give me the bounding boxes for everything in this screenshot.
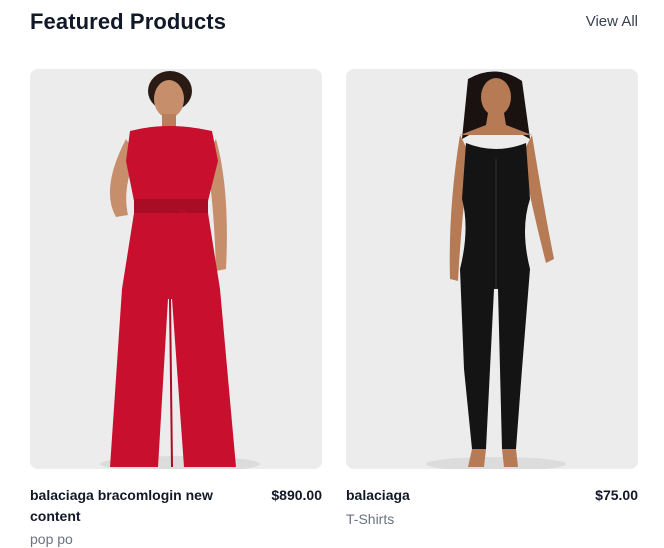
product-card[interactable]: balaciaga bracomlogin new content $890.0… — [30, 69, 322, 548]
model-red-jumpsuit-image — [30, 69, 322, 469]
product-grid: balaciaga bracomlogin new content $890.0… — [30, 69, 638, 548]
product-name[interactable]: balaciaga — [346, 485, 546, 506]
product-image[interactable] — [30, 69, 322, 469]
section-header: Featured Products View All — [30, 8, 638, 36]
section-title: Featured Products — [30, 9, 227, 34]
product-name[interactable]: balaciaga bracomlogin new content — [30, 485, 230, 527]
view-all-link[interactable]: View All — [586, 12, 638, 32]
product-image[interactable] — [346, 69, 638, 469]
product-card[interactable]: balaciaga $75.00 T-Shirts — [346, 69, 638, 548]
product-price: $890.00 — [271, 487, 322, 503]
product-price: $75.00 — [595, 487, 638, 503]
model-black-jumpsuit-image — [346, 69, 638, 469]
product-category: pop po — [30, 531, 73, 547]
product-category[interactable]: T-Shirts — [346, 509, 394, 529]
